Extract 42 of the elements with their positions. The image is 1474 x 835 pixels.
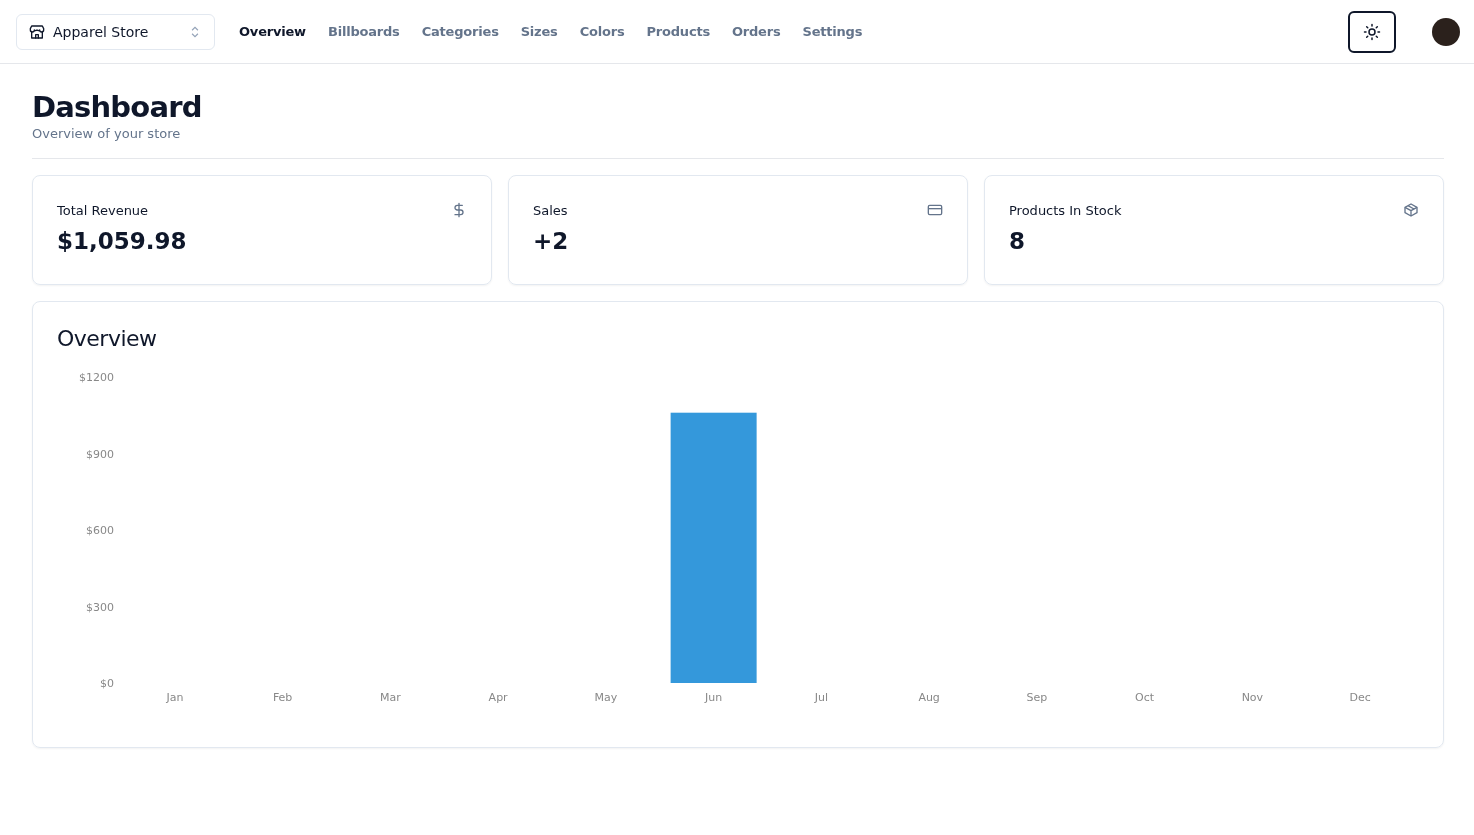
theme-toggle-button[interactable] xyxy=(1348,10,1396,53)
nav-link[interactable]: Products xyxy=(646,24,710,39)
x-axis-label: Apr xyxy=(488,691,508,704)
nav-link[interactable]: Settings xyxy=(802,24,863,39)
store-switcher[interactable]: Apparel Store xyxy=(16,13,215,50)
stat-label: Total Revenue xyxy=(57,202,149,218)
nav-link[interactable]: Billboards xyxy=(327,24,400,39)
x-axis-label: Nov xyxy=(1241,691,1264,704)
stat-value: 8 xyxy=(1009,228,1026,254)
x-axis-label: Sep xyxy=(1026,691,1048,704)
stat-value: +2 xyxy=(533,228,570,254)
dollar-icon xyxy=(451,202,467,218)
x-axis-label: Mar xyxy=(380,691,401,704)
nav-link[interactable]: Overview xyxy=(239,24,306,39)
chart-title: Overview xyxy=(57,326,158,351)
sun-icon xyxy=(1363,22,1381,41)
y-axis-label: $0 xyxy=(100,677,114,690)
nav-link[interactable]: Sizes xyxy=(520,24,558,39)
y-axis-label: $300 xyxy=(86,600,114,614)
nav-link[interactable]: Categories xyxy=(421,24,499,39)
x-axis-label: Feb xyxy=(272,691,293,704)
x-axis-label: May xyxy=(594,691,618,704)
package-icon xyxy=(1403,202,1419,218)
stat-label: Products In Stock xyxy=(1009,202,1122,218)
x-axis-label: Jul xyxy=(814,691,828,704)
x-axis-label: Jun xyxy=(705,691,723,704)
user-avatar[interactable] xyxy=(1432,17,1460,46)
page-subtitle: Overview of your store xyxy=(32,126,182,141)
x-axis-label: Dec xyxy=(1349,691,1371,704)
credit-card-icon xyxy=(927,202,943,218)
y-axis-label: $600 xyxy=(86,524,114,537)
store-icon xyxy=(29,23,45,40)
x-axis-label: Oct xyxy=(1135,691,1155,704)
y-axis-label: $900 xyxy=(86,447,114,461)
nav-link[interactable]: Colors xyxy=(579,24,625,39)
x-axis-label: Aug xyxy=(918,691,940,704)
y-axis-label: $1200 xyxy=(79,371,114,384)
stat-value: $1,059.98 xyxy=(57,228,188,254)
nav-link[interactable]: Orders xyxy=(731,24,781,39)
page-title: Dashboard xyxy=(32,90,203,124)
stat-label: Sales xyxy=(533,202,568,218)
x-axis-label: Jan xyxy=(166,691,184,704)
